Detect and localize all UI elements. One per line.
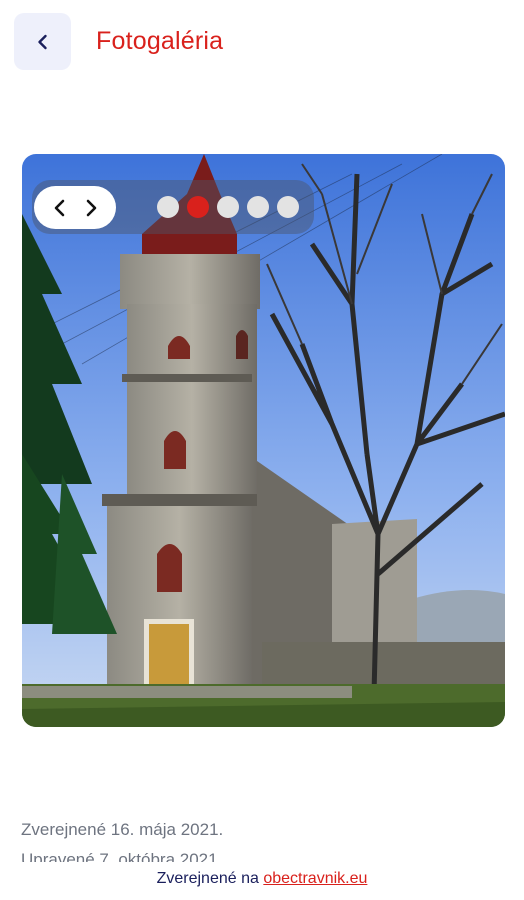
footer-prefix: Zverejnené na — [156, 870, 264, 887]
chevron-left-icon — [37, 34, 47, 49]
church-photo — [22, 154, 505, 727]
app-header: Fotogaléria — [0, 0, 524, 84]
article-meta: Zverejnené 16. mája 2021. Upravené 7. ok… — [21, 815, 501, 867]
page-title: Fotogaléria — [96, 27, 224, 55]
pagination-dot[interactable] — [157, 196, 179, 218]
published-date: Zverejnené 16. mája 2021. — [21, 820, 224, 839]
meta-scroll: Zverejnené 16. mája 2021. Upravené 7. ok… — [21, 815, 501, 867]
chevron-left-icon — [54, 199, 64, 216]
gallery-nav — [34, 186, 116, 229]
pagination-dots — [157, 196, 299, 218]
footer-link[interactable]: obectravnik.eu — [263, 870, 367, 887]
pagination-dot[interactable] — [217, 196, 239, 218]
back-button[interactable] — [14, 13, 71, 70]
gallery-controls — [32, 180, 314, 234]
pagination-dot[interactable] — [187, 196, 209, 218]
pagination-dot[interactable] — [277, 196, 299, 218]
photo-gallery[interactable] — [22, 154, 505, 727]
next-photo-button[interactable] — [79, 196, 103, 220]
footer: Zverejnené na obectravnik.eu — [0, 862, 524, 900]
chevron-right-icon — [86, 199, 96, 216]
previous-photo-button[interactable] — [48, 196, 72, 220]
pagination-dot[interactable] — [247, 196, 269, 218]
